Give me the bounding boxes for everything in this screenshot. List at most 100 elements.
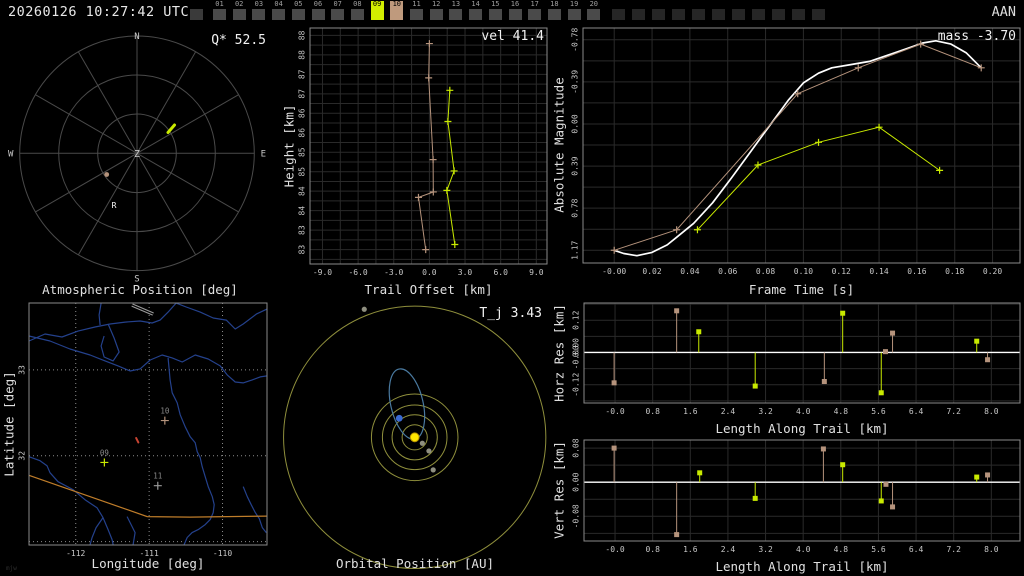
x-tick-label: 4.0 xyxy=(796,407,811,416)
y-tick-label: 88 xyxy=(298,30,307,40)
x-tick-label: 6.0 xyxy=(493,268,508,277)
camera-cell-box xyxy=(752,9,765,20)
camera-cell-15[interactable]: 15 xyxy=(488,1,502,20)
camera-cell-box xyxy=(612,9,625,20)
camera-cell-12[interactable]: 12 xyxy=(429,1,443,20)
camera-cell-box xyxy=(311,9,325,20)
trail-offset-panel: -9.0 -6.0 -3.0 0.0 3.0 6.0 9.0 88 88 87 87 86 86 85 85… xyxy=(280,25,550,300)
camera-cell-10[interactable]: 10 xyxy=(390,1,404,20)
camera-cell-11[interactable]: 11 xyxy=(410,1,423,20)
y-tick-label: 86 xyxy=(298,108,307,118)
camera-cell-box xyxy=(272,9,286,20)
camera-cell-slot-24[interactable] xyxy=(672,1,685,20)
camera-cell-01[interactable]: 01 xyxy=(213,1,226,20)
camera-cell-box xyxy=(190,9,203,20)
camera-cell-slot-21[interactable] xyxy=(612,1,625,20)
camera-cell-slot-0[interactable] xyxy=(190,1,203,20)
x-tick-label: 2.4 xyxy=(721,545,736,554)
y-tick-label: 83 xyxy=(298,245,307,255)
map-graticule xyxy=(29,303,267,545)
y-tick-label: 1.17 xyxy=(571,240,580,259)
vert-res-axis-label: Vert Res [km] xyxy=(551,441,567,539)
camera-cell-label: 18 xyxy=(550,0,559,8)
x-tick-label: 0.08 xyxy=(756,267,775,276)
x-tick-label: 3.2 xyxy=(758,545,773,554)
orbital-axis-label: Orbital Position [AU] xyxy=(335,556,495,571)
x-tick-label: 2.4 xyxy=(721,407,736,416)
camera-cell-17[interactable]: 17 xyxy=(528,0,542,20)
x-tick-label: 6.4 xyxy=(909,407,924,416)
camera-cell-05[interactable]: 05 xyxy=(291,1,305,20)
camera-cell-label: 17 xyxy=(530,0,539,8)
grid-lines xyxy=(584,440,1020,541)
x-tick-label: 0.06 xyxy=(718,267,737,276)
camera-cell-06[interactable]: 06 xyxy=(311,1,325,20)
camera-cell-box xyxy=(213,9,226,20)
camera-cell-03[interactable]: 03 xyxy=(252,1,266,20)
height-axis-label: Height [km] xyxy=(281,104,297,188)
map-station-label: 11 xyxy=(153,472,162,481)
camera-cell-label: 04 xyxy=(274,0,283,8)
camera-cell-slot-26[interactable] xyxy=(712,1,725,20)
orbital-position-panel: T_j 3.43 Orbital Position [AU] xyxy=(280,300,550,576)
x-tick-label: 0.0 xyxy=(422,268,437,277)
y-tick-label: -0.08 xyxy=(572,504,581,528)
camera-cell-07[interactable]: 07 xyxy=(331,1,345,20)
utc-timestamp: 20260126 10:27:42 UTC xyxy=(8,4,190,20)
camera-cell-14[interactable]: 14 xyxy=(469,1,483,20)
x-tick-label: 0.16 xyxy=(907,267,926,276)
camera-cell-label: 16 xyxy=(510,0,520,8)
camera-cell-slot-30[interactable] xyxy=(792,1,805,20)
zenith-label: Z xyxy=(134,149,140,160)
camera-cell-20[interactable]: 20 xyxy=(587,1,601,20)
trail-plot: -9.0 -6.0 -3.0 0.0 3.0 6.0 9.0 88 88 87 87 86 86 85 85… xyxy=(298,27,548,277)
x-tick-label: 1.6 xyxy=(683,407,698,416)
camera-cell-slot-27[interactable] xyxy=(732,1,745,20)
road-centerline xyxy=(131,304,154,315)
camera-cell-box xyxy=(449,9,463,20)
camera-cell-slot-31[interactable] xyxy=(812,1,825,20)
y-tick-label: 85 xyxy=(298,167,307,177)
camera-cell-19[interactable]: 19 xyxy=(567,0,581,20)
horizontal-residuals-panel: -0.0 0.8 1.6 2.4 3.2 4.0 4.8 5.6 6.4 7.2 8.0 0.12 0.… xyxy=(550,300,1024,438)
x-tick-label: 0.10 xyxy=(794,267,813,276)
x-tick-label: 0.8 xyxy=(645,407,660,416)
camera-cell-box xyxy=(410,9,423,20)
y-tick-label: 0.12 xyxy=(572,310,581,329)
camera-cell-box xyxy=(429,9,443,20)
x-tick-label: -6.0 xyxy=(348,268,367,277)
camera-cell-slot-28[interactable] xyxy=(752,1,765,20)
camera-cell-slot-29[interactable] xyxy=(772,1,785,20)
x-tick-label: 3.0 xyxy=(458,268,473,277)
map-frame xyxy=(28,302,268,546)
camera-cell-slot-25[interactable] xyxy=(692,1,705,20)
latitude-axis-label: Latitude [deg] xyxy=(1,371,17,477)
camera-cell-box xyxy=(370,9,384,20)
light-curve-panel: -0.00 0.02 0.04 0.06 0.08 0.10 0.12 0.14 0.16 0.1… xyxy=(550,25,1024,300)
camera-cell-box xyxy=(712,9,725,20)
camera-cell-02[interactable]: 02 xyxy=(232,1,246,20)
ground-map-panel: 10 09 11 -112 -111 -110 33 32 Longitude [deg] L… xyxy=(0,300,280,576)
camera-cell-16[interactable]: 16 xyxy=(508,0,522,20)
planet-dot-mars xyxy=(430,467,436,473)
camera-cell-box xyxy=(469,9,483,20)
camera-cell-box xyxy=(488,9,502,20)
camera-cell-box xyxy=(547,9,561,20)
camera-cell-04[interactable]: 04 xyxy=(272,0,286,20)
x-tick-label: -0.0 xyxy=(605,407,624,416)
x-tick-label: 5.6 xyxy=(871,545,886,554)
camera-cell-slot-23[interactable] xyxy=(652,1,665,20)
y-tick-label: -0.78 xyxy=(571,28,580,52)
camera-cell-slot-22[interactable] xyxy=(632,1,645,20)
y-tick-label: -0.12 xyxy=(572,373,581,397)
planet-dot-venus xyxy=(426,448,432,454)
top-bar: 20260126 10:27:42 UTC 01 02 03 04 05 06 07 08 09… xyxy=(0,0,1024,25)
camera-cell-13[interactable]: 13 xyxy=(449,1,463,20)
trail-length-axis-label: Length Along Trail [km] xyxy=(715,559,889,574)
camera-cell-18[interactable]: 18 xyxy=(547,0,561,20)
camera-cell-08[interactable]: 08 xyxy=(350,1,364,20)
y-tick-label: 86 xyxy=(298,128,307,138)
camera-cell-box xyxy=(508,9,522,20)
camera-cell-label: 19 xyxy=(569,0,579,8)
camera-cell-09[interactable]: 09 xyxy=(370,1,384,20)
